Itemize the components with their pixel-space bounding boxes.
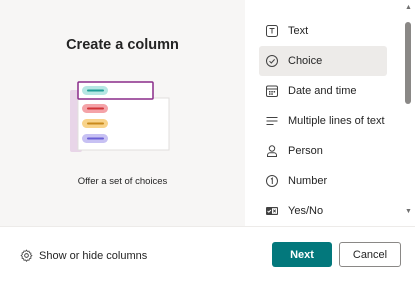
column-type-yes-no[interactable]: Yes/No (259, 196, 387, 226)
panel-caption: Offer a set of choices (77, 176, 168, 187)
vertical-scrollbar[interactable]: ▲ ▼ (403, 0, 413, 226)
column-type-panel: Text Choice Date and time Multiple lines… (245, 0, 415, 226)
column-type-number[interactable]: Number (259, 166, 387, 196)
choice-illustration (68, 78, 178, 158)
person-icon (265, 144, 279, 158)
multiline-text-icon (265, 114, 279, 128)
column-type-choice[interactable]: Choice (259, 46, 387, 76)
cancel-button[interactable]: Cancel (339, 242, 401, 267)
scroll-up-arrow-icon[interactable]: ▲ (405, 4, 412, 11)
column-type-label: Yes/No (288, 205, 324, 217)
column-type-label: Text (288, 25, 309, 37)
column-type-date-and-time[interactable]: Date and time (259, 76, 387, 106)
column-type-label: Choice (288, 55, 323, 67)
show-hide-columns-link[interactable]: Show or hide columns (20, 249, 147, 262)
column-type-multiple-lines-of-text[interactable]: Multiple lines of text (259, 106, 387, 136)
column-type-person[interactable]: Person (259, 136, 387, 166)
column-type-label: Date and time (288, 85, 357, 97)
gear-icon (20, 249, 33, 262)
column-type-label: Number (288, 175, 328, 187)
calendar-icon (265, 84, 279, 98)
column-type-list: Text Choice Date and time Multiple lines… (259, 16, 387, 226)
show-hide-columns-label: Show or hide columns (39, 249, 148, 262)
scroll-down-arrow-icon[interactable]: ▼ (405, 208, 412, 215)
column-type-label: Person (288, 145, 323, 157)
column-type-label: Multiple lines of text (288, 115, 385, 127)
footer-divider (0, 226, 415, 227)
preview-panel: Create a column Offer a set of choices (0, 0, 245, 226)
column-type-text[interactable]: Text (259, 16, 387, 46)
create-column-dialog: Create a column Offer a set of choices T… (0, 0, 415, 286)
next-button[interactable]: Next (272, 242, 332, 267)
panel-title: Create a column (66, 37, 179, 53)
scrollbar-thumb[interactable] (405, 22, 411, 104)
check-circle-icon (265, 54, 279, 68)
text-box-icon (265, 24, 279, 38)
toggle-icon (265, 204, 279, 218)
number-circle-icon (265, 174, 279, 188)
